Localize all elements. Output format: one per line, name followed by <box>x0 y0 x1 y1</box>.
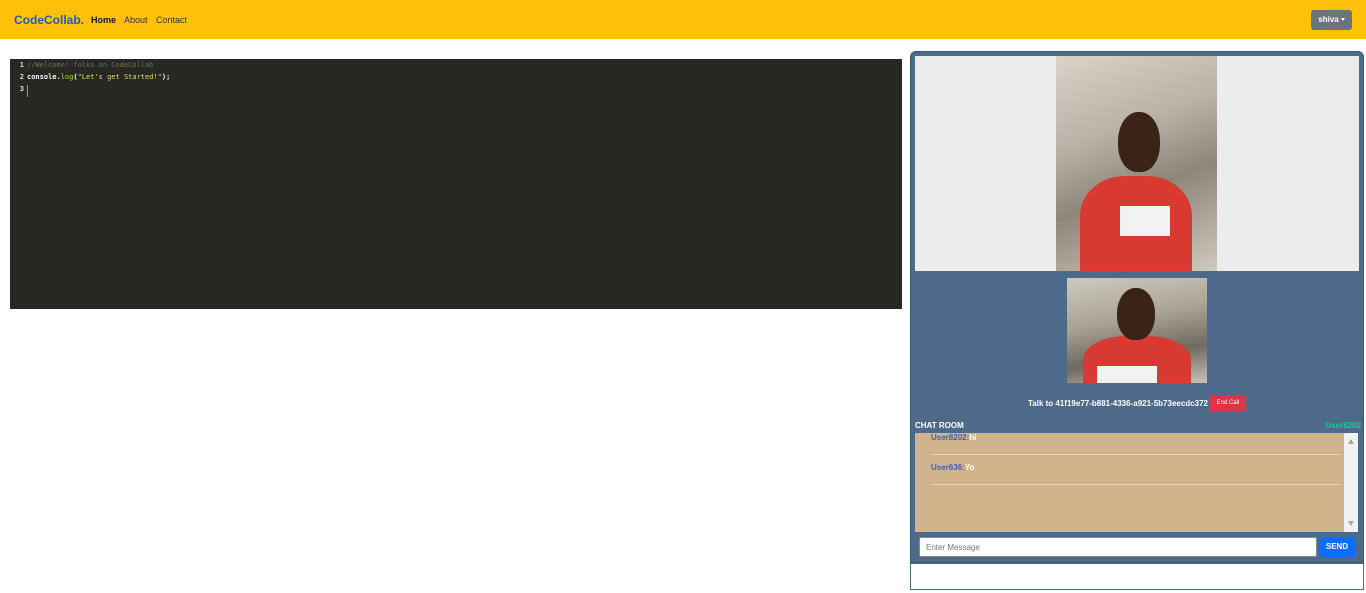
local-video <box>1067 278 1207 383</box>
code-token: ); <box>161 73 171 81</box>
nav-link-contact[interactable]: Contact <box>156 15 187 25</box>
nav-link-home[interactable]: Home <box>91 15 116 25</box>
code-line: 3 <box>10 85 902 97</box>
code-token: console. <box>27 73 61 81</box>
message-input[interactable] <box>919 537 1317 557</box>
message-user: User636: <box>931 463 965 472</box>
code-line: 2 console.log("Let's get Started!"); <box>10 73 902 85</box>
code-line: 1 //Welcome! folks on CodeCollab <box>10 61 902 73</box>
line-number: 3 <box>19 85 24 93</box>
person-shape <box>1118 112 1160 172</box>
code-token-string: "Let's get Started!" <box>77 73 162 81</box>
panel-footer <box>910 563 1364 590</box>
scroll-down-icon[interactable] <box>1348 521 1354 526</box>
talk-to-label: Talk to 41f19e77-b881-4336-a921-5b73eecd… <box>1028 399 1208 408</box>
code-text: console.log("Let's get Started!"); <box>27 73 170 81</box>
navbar: CodeCollab. Home About Contact shiva <box>0 0 1366 39</box>
line-number: 2 <box>19 73 24 81</box>
chat-room-title: CHAT ROOM <box>915 421 964 430</box>
line-number: 1 <box>19 61 24 69</box>
call-chat-panel: Talk to 41f19e77-b881-4336-a921-5b73eecd… <box>910 51 1364 563</box>
brand-logo[interactable]: CodeCollab. <box>14 13 84 27</box>
call-status-row: Talk to 41f19e77-b881-4336-a921-5b73eecd… <box>911 395 1363 413</box>
remote-video <box>1056 56 1217 271</box>
current-user-label: User8202 <box>1325 421 1361 430</box>
chevron-down-icon <box>1340 18 1345 22</box>
user-menu-label: shiva <box>1318 15 1339 24</box>
remote-video-area <box>915 56 1359 271</box>
nav-link-about[interactable]: About <box>124 15 148 25</box>
send-button[interactable]: SEND <box>1319 537 1355 557</box>
chat-scrollbar[interactable] <box>1344 433 1358 532</box>
scroll-up-icon[interactable] <box>1348 439 1354 444</box>
chat-messages[interactable]: User8202:hi User636:Yo <box>915 433 1358 532</box>
code-token-function: log <box>60 73 74 81</box>
chat-header: CHAT ROOM User8202 <box>915 421 1361 433</box>
person-shape <box>1097 366 1157 383</box>
code-text: //Welcome! folks on CodeCollab <box>27 61 153 69</box>
chat-message: User8202:hi <box>931 433 1341 455</box>
message-user: User8202: <box>931 433 970 442</box>
text-cursor <box>27 85 28 97</box>
message-text: Yo <box>964 463 975 472</box>
person-shape <box>1120 206 1170 236</box>
user-menu-button[interactable]: shiva <box>1311 10 1352 30</box>
code-editor[interactable]: 1 //Welcome! folks on CodeCollab 2 conso… <box>10 59 902 309</box>
code-token-comment: //Welcome! folks on CodeCollab <box>27 61 154 69</box>
chat-message: User636:Yo <box>931 463 1341 485</box>
person-shape <box>1117 288 1155 340</box>
message-text: hi <box>969 433 977 442</box>
end-call-button[interactable]: End Call <box>1210 395 1246 412</box>
